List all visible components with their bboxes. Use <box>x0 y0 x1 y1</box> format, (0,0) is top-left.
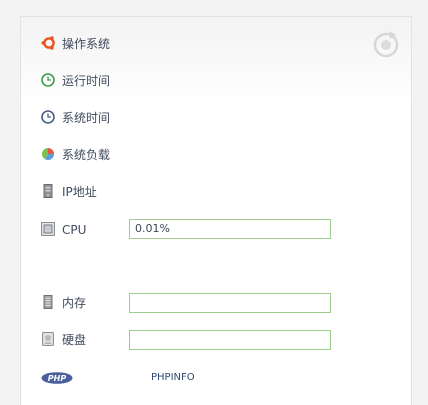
refresh-icon[interactable] <box>371 29 401 59</box>
cpu-icon <box>41 222 55 236</box>
system-time-label: 系统时间 <box>62 111 111 125</box>
disk-usage-field <box>129 330 331 350</box>
uptime-label: 运行时间 <box>62 74 111 88</box>
cpu-label: CPU <box>62 223 87 237</box>
memory-label: 内存 <box>62 296 87 310</box>
hard-disk-icon <box>42 332 54 346</box>
php-logo-icon: PHP <box>41 372 73 384</box>
memory-icon <box>43 295 53 309</box>
memory-usage-field <box>129 293 331 313</box>
clock-blue-icon <box>41 110 55 124</box>
pie-chart-icon <box>41 148 54 161</box>
ubuntu-icon <box>41 36 55 50</box>
disk-label: 硬盘 <box>62 333 87 347</box>
system-info-panel: 操作系统 运行时间 系统时间 系统负载 IP地址 CPU 0.01% 内存 硬盘… <box>20 16 412 405</box>
os-label: 操作系统 <box>62 37 111 51</box>
cpu-usage-field: 0.01% <box>129 219 331 239</box>
ip-label: IP地址 <box>62 185 97 199</box>
clock-green-icon <box>41 73 55 87</box>
system-load-label: 系统负载 <box>62 148 111 162</box>
php-badge-text: PHP <box>48 374 67 383</box>
phpinfo-link[interactable]: PHPINFO <box>151 370 195 386</box>
server-icon <box>43 184 53 198</box>
